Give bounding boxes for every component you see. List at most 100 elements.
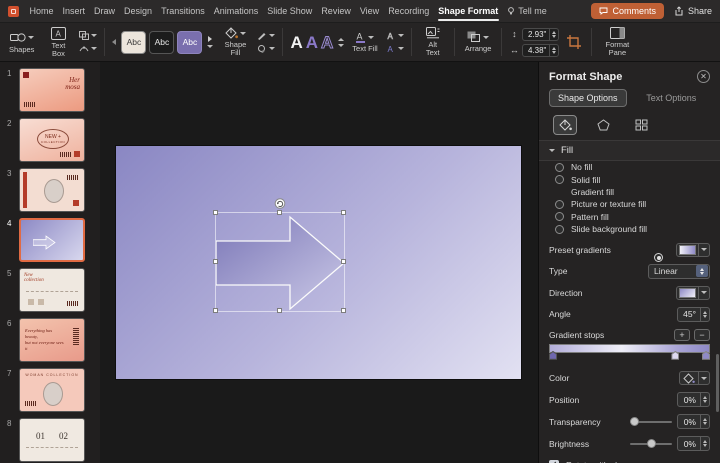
size-properties-tab[interactable] xyxy=(629,115,653,135)
shape-style-preset-1[interactable]: Abc xyxy=(121,31,146,54)
resize-handle-bottom-center[interactable] xyxy=(277,308,282,313)
shape-width-field[interactable]: 4.38" xyxy=(522,44,559,57)
transparency-slider[interactable] xyxy=(630,421,672,423)
slide-thumbnail-4-selected[interactable] xyxy=(19,218,85,262)
text-box-button[interactable]: A Text Box xyxy=(42,26,74,59)
slide-number: 5 xyxy=(7,268,15,278)
tab-slide-show[interactable]: Slide Show xyxy=(263,0,317,22)
tab-review[interactable]: Review xyxy=(317,0,356,22)
angle-stepper[interactable]: 45° xyxy=(677,307,710,322)
slider-knob[interactable] xyxy=(630,417,639,426)
gallery-left-icon[interactable] xyxy=(112,39,116,45)
slide-thumbnail-7[interactable]: WOMAN COLLECTION xyxy=(19,368,85,412)
arrow-shape-selection[interactable] xyxy=(215,212,345,312)
text-fill-button[interactable]: A Text Fill xyxy=(349,30,380,54)
crop-button[interactable] xyxy=(564,34,584,50)
rotate-handle[interactable] xyxy=(275,198,286,209)
resize-handle-bottom-right[interactable] xyxy=(341,308,346,313)
shape-style-preset-3[interactable]: Abc xyxy=(177,31,202,54)
type-dropdown[interactable]: Linear xyxy=(648,264,710,279)
slide-thumbnail-6[interactable]: Everything has beauty,but not everyone s… xyxy=(19,318,85,362)
chevron-down-icon xyxy=(398,34,404,37)
fill-option-gradient-fill[interactable]: Gradient fill xyxy=(539,186,720,198)
wordart-up-icon[interactable] xyxy=(338,38,344,41)
resize-handle-top-center[interactable] xyxy=(277,210,282,215)
brightness-stepper[interactable]: 0% xyxy=(677,436,710,451)
slide-canvas[interactable] xyxy=(100,62,538,463)
slide-thumbnail-2[interactable]: NEW + COLLECTION xyxy=(19,118,85,162)
add-stop-button[interactable]: + xyxy=(674,329,690,341)
text-effects-button[interactable]: A xyxy=(386,44,404,53)
edit-points-button[interactable] xyxy=(79,44,97,53)
resize-handle-middle-left[interactable] xyxy=(213,259,218,264)
tab-draw[interactable]: Draw xyxy=(90,0,120,22)
gallery-scroll xyxy=(207,36,213,48)
tab-transitions[interactable]: Transitions xyxy=(157,0,210,22)
tab-animations[interactable]: Animations xyxy=(209,0,263,22)
panel-scrollbar[interactable] xyxy=(716,354,719,412)
shape-style-preset-2[interactable]: Abc xyxy=(149,31,174,54)
wordart-preset-2[interactable]: A xyxy=(306,34,318,51)
tab-insert[interactable]: Insert xyxy=(58,0,90,22)
format-pane-button[interactable]: Format Pane xyxy=(599,26,635,58)
tab-view[interactable]: View xyxy=(355,0,383,22)
arrange-button[interactable]: Arrange xyxy=(462,30,495,54)
slide-thumbnail-3[interactable] xyxy=(19,168,85,212)
slide-thumbnail-1[interactable]: Hermosa xyxy=(19,68,85,112)
tab-home[interactable]: Home xyxy=(25,0,58,22)
shape-effects-button[interactable] xyxy=(257,44,275,53)
wordart-preset-1[interactable]: A xyxy=(290,34,302,51)
right-arrow-shape[interactable] xyxy=(216,213,346,313)
share-button[interactable]: Share xyxy=(674,6,712,16)
height-stepper[interactable] xyxy=(549,29,558,40)
wordart-preset-3[interactable]: A xyxy=(321,34,333,51)
fill-line-tab[interactable] xyxy=(553,115,577,135)
color-dropdown[interactable] xyxy=(679,371,710,385)
rotate-with-shape-row[interactable]: Rotate with shape xyxy=(539,455,720,463)
wordart-down-icon[interactable] xyxy=(338,44,344,47)
preset-gradients-dropdown[interactable] xyxy=(676,243,710,257)
shape-fill-button[interactable]: Shape Fill xyxy=(218,26,252,58)
effects-tab[interactable] xyxy=(591,115,615,135)
shape-outline-button[interactable] xyxy=(257,31,275,40)
slider-knob[interactable] xyxy=(647,439,656,448)
fill-option-no-fill[interactable]: No fill xyxy=(539,161,720,173)
resize-handle-middle-right[interactable] xyxy=(341,259,346,264)
shapes-button[interactable]: Shapes xyxy=(6,30,37,55)
text-outline-icon: A xyxy=(386,31,396,40)
tab-recording[interactable]: Recording xyxy=(384,0,434,22)
gallery-right-icon[interactable] xyxy=(208,36,212,42)
close-icon[interactable]: ✕ xyxy=(697,70,710,83)
direction-dropdown[interactable] xyxy=(676,286,710,300)
comments-button[interactable]: Comments xyxy=(591,3,664,19)
panel-icon-tabs xyxy=(539,114,720,140)
fill-section-header[interactable]: Fill xyxy=(539,141,720,161)
chevron-down-icon xyxy=(549,149,555,152)
brightness-slider[interactable] xyxy=(630,443,672,445)
tab-design[interactable]: Design xyxy=(120,0,157,22)
resize-handle-top-left[interactable] xyxy=(213,210,218,215)
alt-text-button[interactable]: Alt Text xyxy=(419,26,447,58)
transparency-stepper[interactable]: 0% xyxy=(677,414,710,429)
tab-shape-options[interactable]: Shape Options xyxy=(549,89,627,107)
fill-option-solid-fill[interactable]: Solid fill xyxy=(539,173,720,185)
gradient-bar[interactable] xyxy=(549,344,710,353)
position-stepper[interactable]: 0% xyxy=(677,392,710,407)
resize-handle-bottom-left[interactable] xyxy=(213,308,218,313)
slide-editing-surface[interactable] xyxy=(116,146,521,379)
gallery-more-icon[interactable] xyxy=(207,45,213,48)
merge-shapes-button[interactable] xyxy=(79,31,97,40)
resize-handle-top-right[interactable] xyxy=(341,210,346,215)
remove-stop-button[interactable]: − xyxy=(694,329,710,341)
shape-height-field[interactable]: 2.93" xyxy=(522,28,559,41)
slide-thumbnail-5[interactable]: Newcollection xyxy=(19,268,85,312)
slide-thumbnail-8[interactable]: 0102 xyxy=(19,418,85,462)
text-outline-button[interactable]: A xyxy=(386,31,404,40)
width-stepper[interactable] xyxy=(549,45,558,56)
tab-tell-me[interactable]: Tell me xyxy=(503,0,552,22)
fill-option-picture-texture[interactable]: Picture or texture fill xyxy=(539,198,720,210)
fill-option-slide-background[interactable]: Slide background fill xyxy=(539,223,720,235)
tab-shape-format[interactable]: Shape Format xyxy=(434,0,503,22)
fill-option-pattern[interactable]: Pattern fill xyxy=(539,211,720,223)
tab-text-options[interactable]: Text Options xyxy=(633,89,711,107)
